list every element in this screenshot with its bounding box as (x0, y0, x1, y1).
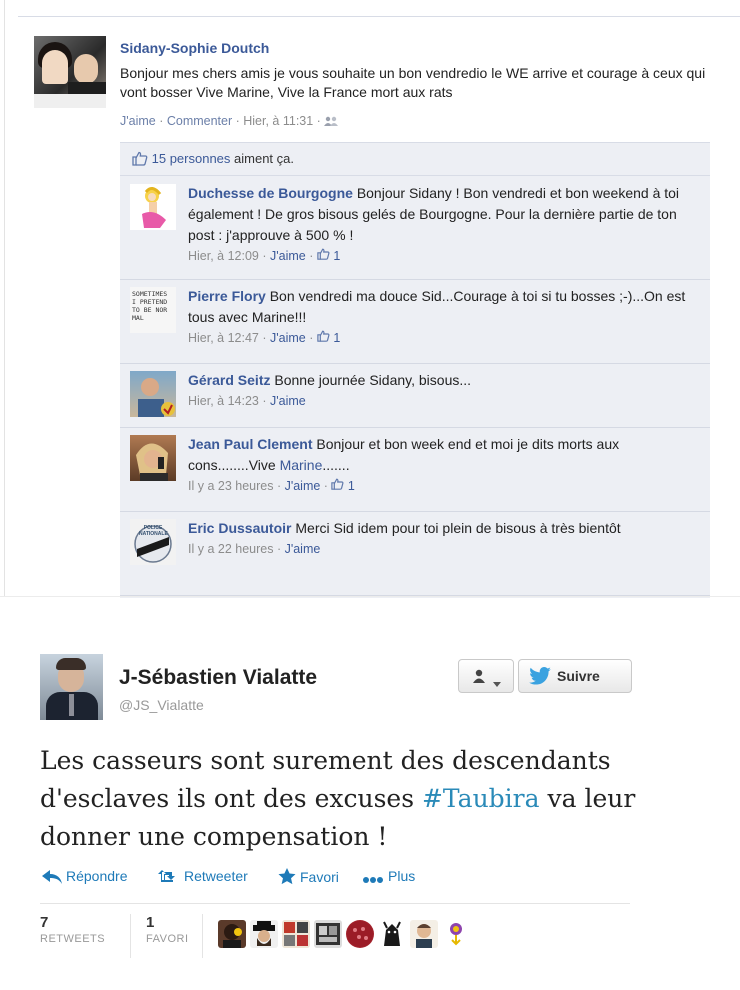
post-actions: J'aime · Commenter · Hier, à 11:31 · (120, 114, 339, 128)
retweet-button[interactable]: Retweeter (158, 868, 248, 884)
comment-meta: Hier, à 12:47 · J'aime · 1 (188, 330, 341, 345)
favoriter-avatar[interactable] (282, 920, 310, 948)
comment-timestamp[interactable]: Il y a 23 heures (188, 479, 273, 493)
retweets-stat[interactable]: 7 RETWEETS (40, 914, 105, 945)
chevron-down-icon (493, 674, 501, 692)
favoriter-avatar[interactable] (346, 920, 374, 948)
comment-text: Bonne journée Sidany, bisous... (274, 372, 472, 388)
commenter-name[interactable]: Pierre Flory (188, 288, 266, 304)
user-actions-button[interactable] (458, 659, 514, 693)
twitter-bird-icon (529, 667, 551, 688)
comment-meta: Il y a 23 heures · J'aime · 1 (188, 478, 355, 493)
retweets-label: RETWEETS (40, 933, 106, 945)
commenter-avatar[interactable] (130, 371, 176, 417)
divider (0, 596, 740, 597)
retweet-icon (158, 870, 175, 882)
post-author-name[interactable]: Sidany-Sophie Doutch (120, 40, 269, 56)
facebook-post-screenshot: Sidany-Sophie Doutch Bonjour mes chers a… (0, 0, 740, 600)
comment-timestamp[interactable]: Hier, à 12:47 (188, 331, 259, 345)
comments-section: 15 personnes aiment ça. Duchesse de Bour… (120, 142, 710, 598)
comment-like-link[interactable]: J'aime (270, 331, 306, 345)
favoriter-avatar[interactable] (442, 920, 470, 948)
post-comment-link[interactable]: Commenter (167, 114, 232, 128)
favorites-stat[interactable]: 1 FAVORI (146, 914, 189, 945)
commenter-avatar[interactable] (130, 435, 176, 481)
tweet-screenshot: J-Sébastien Vialatte @JS_Vialatte Suivre… (0, 636, 740, 990)
likes-count-link[interactable]: 15 personnes (152, 151, 231, 166)
favoriter-avatar[interactable] (378, 920, 406, 948)
comment-meta: Hier, à 14:23 · J'aime (188, 394, 306, 408)
favoriter-avatar[interactable] (410, 920, 438, 948)
comment-meta: Il y a 22 heures · J'aime (188, 542, 321, 556)
commenter-name[interactable]: Duchesse de Bourgogne (188, 185, 353, 201)
divider (4, 0, 5, 596)
star-icon (278, 868, 296, 885)
comment-like-link[interactable]: J'aime (270, 249, 306, 263)
comment-like-count[interactable]: 1 (333, 331, 340, 345)
comment-item: Gérard Seitz Bonne journée Sidany, bisou… (120, 364, 710, 428)
avatar-text: POLICE NATIONALE (139, 525, 168, 537)
comment-text: Merci Sid idem pour toi plein de bisous … (295, 520, 621, 536)
commenter-avatar[interactable]: SOMETIMES I PRETEND TO BE NORMAL (130, 287, 176, 333)
comment-item: SOMETIMES I PRETEND TO BE NORMAL Pierre … (120, 280, 710, 364)
favoriter-avatar[interactable] (314, 920, 342, 948)
favorites-count: 1 (146, 914, 155, 931)
commenter-name[interactable]: Jean Paul Clement (188, 436, 313, 452)
comment-timestamp[interactable]: Hier, à 12:09 (188, 249, 259, 263)
thumbs-up-icon (331, 478, 344, 493)
comment-like-count[interactable]: 1 (348, 479, 355, 493)
comment-meta: Hier, à 12:09 · J'aime · 1 (188, 248, 341, 263)
tweet-author-avatar[interactable] (40, 654, 103, 720)
comment-item: Duchesse de Bourgogne Bonjour Sidany ! B… (120, 177, 710, 280)
favoriter-avatar[interactable] (250, 920, 278, 948)
comment-like-link[interactable]: J'aime (285, 479, 321, 493)
post-text: Bonjour mes chers amis je vous souhaite … (120, 65, 706, 100)
tweet-author-name[interactable]: J-Sébastien Vialatte (119, 666, 317, 690)
favorite-button[interactable]: Favori (278, 868, 339, 885)
divider (40, 903, 630, 904)
comment-timestamp[interactable]: Il y a 22 heures (188, 542, 273, 556)
divider (130, 914, 131, 958)
tweet-author-handle[interactable]: @JS_Vialatte (119, 697, 204, 713)
divider (202, 914, 203, 958)
hashtag-link[interactable]: #Taubira (422, 784, 540, 813)
likes-summary: 15 personnes aiment ça. (120, 143, 710, 176)
favoriter-avatar[interactable] (218, 920, 246, 948)
comment-like-link[interactable]: J'aime (285, 542, 321, 556)
divider (18, 16, 740, 17)
follow-button[interactable]: Suivre (518, 659, 632, 693)
thumbs-up-icon (317, 248, 330, 263)
thumbs-up-icon (132, 151, 148, 169)
comment-like-count[interactable]: 1 (333, 249, 340, 263)
comment-like-link[interactable]: J'aime (270, 394, 306, 408)
comment-timestamp[interactable]: Hier, à 14:23 (188, 394, 259, 408)
commenter-avatar[interactable]: POLICE NATIONALE (130, 519, 176, 565)
post-like-link[interactable]: J'aime (120, 114, 156, 128)
post-author-avatar[interactable] (34, 36, 106, 108)
more-button[interactable]: Plus (362, 868, 415, 884)
favorites-label: FAVORI (146, 933, 189, 945)
post-timestamp[interactable]: Hier, à 11:31 (243, 114, 313, 128)
marine-link[interactable]: Marine (280, 457, 323, 473)
comment-item: POLICE NATIONALE Eric Dussautoir Merci S… (120, 512, 710, 596)
avatar-text: SOMETIMES I PRETEND TO BE NORMAL (132, 290, 168, 322)
thumbs-up-icon (317, 330, 330, 345)
retweets-count: 7 (40, 914, 49, 931)
comment-item: Jean Paul Clement Bonjour et bon week en… (120, 428, 710, 512)
commenter-name[interactable]: Gérard Seitz (188, 372, 270, 388)
commenter-name[interactable]: Eric Dussautoir (188, 520, 291, 536)
reply-icon (42, 870, 62, 884)
commenter-avatar[interactable] (130, 184, 176, 230)
tweet-text: Les casseurs sont surement des descendan… (40, 746, 636, 851)
reply-button[interactable]: Répondre (42, 868, 128, 884)
audience-friends-icon[interactable] (324, 114, 339, 128)
user-icon (473, 669, 491, 688)
more-dots-icon (363, 877, 383, 883)
follow-label: Suivre (557, 668, 600, 684)
